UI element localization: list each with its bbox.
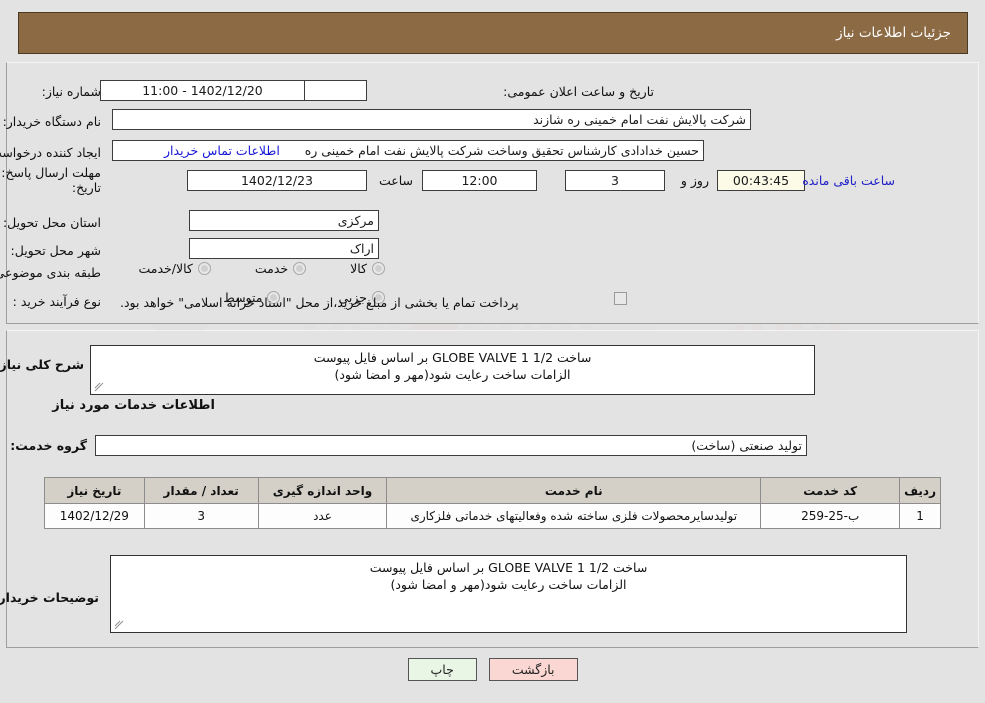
deadline-hour-value: 12:00	[422, 170, 537, 191]
remaining-days-value: 3	[565, 170, 665, 191]
province-value: مرکزی	[189, 210, 379, 231]
category-option-label: کالا	[350, 261, 367, 276]
category-radio-kala-khedmat[interactable]: کالا/خدمت	[138, 261, 211, 276]
buyer-notes-line-1: ساخت GLOBE VALVE 1 1/2 بر اساس فایل پیوس…	[369, 560, 648, 575]
page-title-bar: جزئیات اطلاعات نیاز	[18, 12, 968, 54]
radio-icon[interactable]	[372, 262, 385, 275]
page-title: جزئیات اطلاعات نیاز	[836, 25, 951, 41]
table-header-row: ردیف کد خدمت نام خدمت واحد اندازه گیری ت…	[44, 477, 941, 504]
purchase-type-label: نوع فرآیند خرید :	[12, 293, 101, 309]
cell-service-name: تولیدسایرمحصولات فلزی ساخته شده وفعالیته…	[386, 503, 762, 529]
page-root: AnaTender .net جزئیات اطلاعات نیاز شماره…	[0, 0, 985, 703]
announce-datetime-label: تاریخ و ساعت اعلان عمومی:	[503, 83, 654, 99]
province-label: استان محل تحویل:	[2, 214, 101, 230]
print-button[interactable]: چاپ	[407, 658, 477, 681]
deadline-date-value: 1402/12/23	[187, 170, 367, 191]
description-line-2: الزامات ساخت رعایت شود(مهر و امضا شود)	[334, 367, 571, 382]
treasury-bond-checkbox[interactable]	[614, 292, 627, 305]
th-need-date: تاریخ نیاز	[44, 477, 145, 504]
buyer-org-value: شرکت پالایش نفت امام خمینی ره شازند	[112, 109, 751, 130]
service-group-label: گروه خدمت:	[10, 438, 87, 453]
remaining-days-label: روز و	[680, 173, 709, 188]
deadline-label-line2: تاریخ:	[71, 180, 101, 195]
category-label: طبقه بندی موضوعی:	[0, 264, 101, 280]
buyer-org-label: نام دستگاه خریدار:	[2, 113, 101, 129]
radio-icon[interactable]	[197, 262, 211, 275]
services-section-title: اطلاعات خدمات مورد نیاز	[52, 398, 215, 413]
requester-label: ایجاد کننده درخواست:	[0, 144, 101, 160]
buyer-contact-link[interactable]: اطلاعات تماس خریدار	[164, 143, 280, 158]
category-option-label: خدمت	[254, 261, 289, 276]
th-unit: واحد اندازه گیری	[257, 477, 388, 504]
announce-datetime-value: 1402/12/20 - 11:00	[100, 80, 305, 101]
description-line-1: ساخت GLOBE VALVE 1 1/2 بر اساس فایل پیوس…	[313, 350, 592, 365]
city-value: اراک	[189, 238, 379, 259]
deadline-label-line1: مهلت ارسال پاسخ: تا	[0, 165, 101, 180]
category-radio-kala[interactable]: کالا	[350, 261, 385, 276]
th-row-no: ردیف	[899, 477, 941, 504]
back-button[interactable]: بازگشت	[488, 658, 578, 681]
cell-quantity: 3	[143, 503, 259, 529]
th-quantity: تعداد / مقدار	[143, 477, 259, 504]
table-row: 1 ب-25-259 تولیدسایرمحصولات فلزی ساخته ش…	[44, 503, 941, 529]
description-label: شرح کلی نیاز:	[0, 357, 84, 372]
th-service-name: نام خدمت	[386, 477, 762, 504]
resize-grip-icon[interactable]	[114, 620, 124, 630]
buyer-notes-textarea[interactable]: ساخت GLOBE VALVE 1 1/2 بر اساس فایل پیوس…	[110, 555, 907, 633]
cell-need-date: 1402/12/29	[44, 503, 145, 529]
remaining-time-value: 00:43:45	[717, 170, 805, 191]
services-table: ردیف کد خدمت نام خدمت واحد اندازه گیری ت…	[44, 477, 941, 529]
need-info-panel	[6, 62, 979, 324]
th-service-code: کد خدمت	[760, 477, 901, 504]
city-label: شهر محل تحویل:	[10, 242, 101, 258]
resize-grip-icon[interactable]	[94, 382, 104, 392]
deadline-hour-label: ساعت	[378, 173, 413, 188]
description-textarea[interactable]: ساخت GLOBE VALVE 1 1/2 بر اساس فایل پیوس…	[90, 345, 815, 395]
cell-service-code: ب-25-259	[760, 503, 901, 529]
remaining-time-label: ساعت باقی مانده	[802, 173, 895, 188]
radio-icon[interactable]	[293, 262, 307, 275]
action-button-bar: بازگشت چاپ	[0, 658, 985, 681]
buyer-notes-line-2: الزامات ساخت رعایت شود(مهر و امضا شود)	[390, 577, 627, 592]
cell-row-no: 1	[899, 503, 941, 529]
category-radio-khedmat[interactable]: خدمت	[254, 261, 307, 276]
need-number-label: شماره نیاز:	[41, 83, 101, 99]
service-group-value: تولید صنعتی (ساخت)	[95, 435, 807, 456]
category-option-label: کالا/خدمت	[138, 261, 193, 276]
treasury-bond-note: پرداخت تمام یا بخشی از مبلغ خرید،از محل …	[120, 295, 519, 310]
buyer-notes-label: توضیحات خریدار:	[0, 590, 99, 605]
cell-unit: عدد	[257, 503, 388, 529]
